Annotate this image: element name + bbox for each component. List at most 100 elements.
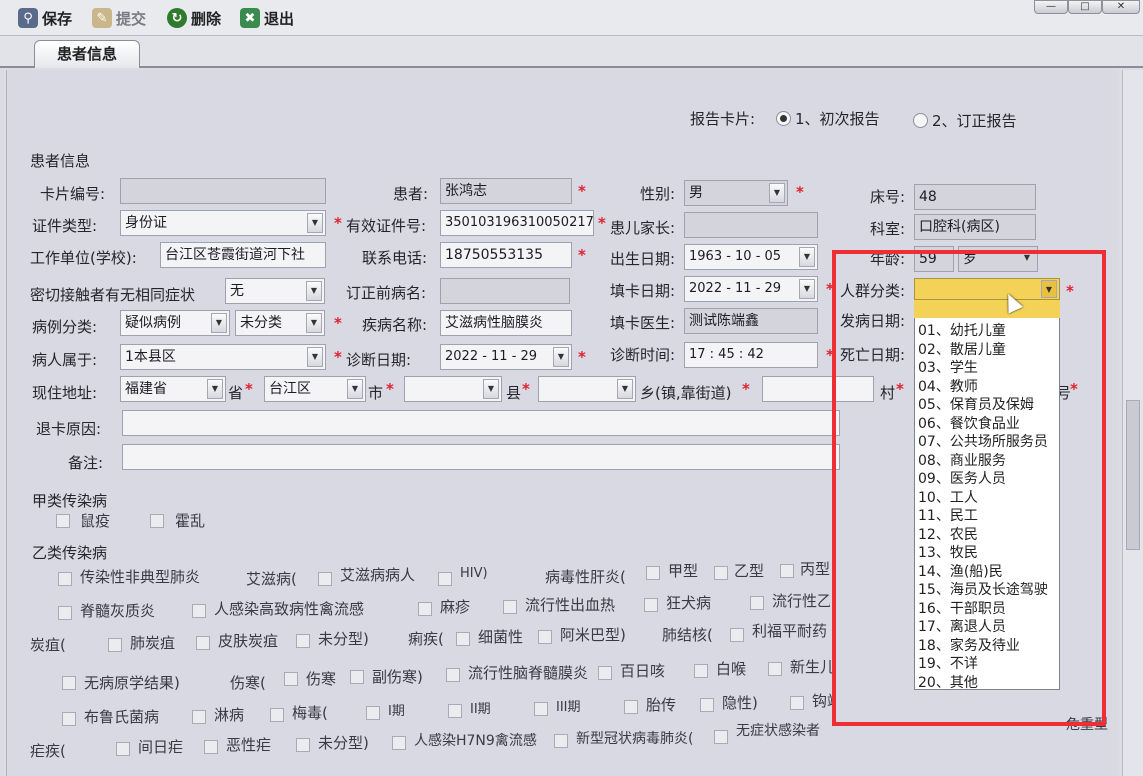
checkbox-item[interactable] xyxy=(554,734,568,748)
return-reason-field[interactable] xyxy=(122,410,840,436)
chevron-down-icon: ▼ xyxy=(799,279,815,299)
checkbox-item[interactable] xyxy=(318,572,332,586)
parent-field[interactable] xyxy=(684,212,818,238)
case-subtype-value: 未分类 xyxy=(240,315,282,331)
maximize-button[interactable]: □ xyxy=(1068,0,1102,14)
checkbox-item[interactable] xyxy=(446,668,460,682)
checkbox-item[interactable] xyxy=(62,712,76,726)
checkbox-item[interactable] xyxy=(296,738,310,752)
chevron-down-icon: ▼ xyxy=(207,379,223,399)
card-no-field[interactable] xyxy=(120,178,326,204)
checkbox-item[interactable] xyxy=(750,596,764,610)
vertical-scrollbar[interactable] xyxy=(1122,70,1143,776)
fill-date-picker[interactable]: 2022 - 11 - 29 ▼ xyxy=(684,276,818,302)
fill-doctor-field[interactable]: 测试陈端鑫 xyxy=(684,308,818,334)
checkbox-item[interactable] xyxy=(418,602,432,616)
province-select[interactable]: 福建省 ▼ xyxy=(120,376,226,402)
checkbox-item[interactable] xyxy=(58,572,72,586)
checkbox-item[interactable] xyxy=(204,740,218,754)
belong-select[interactable]: 1本县区 ▼ xyxy=(120,344,326,370)
checkbox-item[interactable] xyxy=(456,632,470,646)
corrected-report-radio[interactable] xyxy=(913,113,928,128)
disease-item: 百日咳 xyxy=(620,662,666,680)
checkbox-item[interactable] xyxy=(448,704,462,718)
birth-date-picker[interactable]: 1963 - 10 - 05 ▼ xyxy=(684,244,818,270)
checkbox-item[interactable] xyxy=(714,730,728,744)
checkbox-item[interactable] xyxy=(116,742,130,756)
county-select[interactable]: ▼ xyxy=(404,376,502,402)
close-contact-label: 密切接触者有无相同症状 xyxy=(30,286,196,304)
checkbox-item[interactable] xyxy=(284,672,298,686)
tab-patient-info[interactable]: 患者信息 xyxy=(34,40,140,68)
disease-field[interactable]: 艾滋病性脑膜炎 xyxy=(440,310,572,336)
checkbox-item[interactable] xyxy=(192,604,206,618)
checkbox-item[interactable] xyxy=(694,664,708,678)
checkbox-item[interactable] xyxy=(768,662,782,676)
checkbox-item[interactable] xyxy=(503,600,517,614)
checkbox-item[interactable] xyxy=(108,638,122,652)
workplace-field[interactable]: 台江区苍霞街道河下社 xyxy=(160,242,326,268)
scroll-thumb[interactable] xyxy=(1126,400,1140,550)
bed-no-field[interactable]: 48 xyxy=(914,184,1036,210)
first-report-radio[interactable] xyxy=(776,111,791,126)
chevron-down-icon: ▼ xyxy=(347,379,363,399)
remark-field[interactable] xyxy=(122,444,840,470)
case-subtype-select[interactable]: 未分类 ▼ xyxy=(235,310,325,336)
checkbox-item[interactable] xyxy=(296,634,310,648)
checkbox-item[interactable] xyxy=(790,696,804,710)
checkbox-item[interactable] xyxy=(598,666,612,680)
checkbox-item[interactable] xyxy=(534,702,548,716)
checkbox-item[interactable] xyxy=(192,710,206,724)
id-type-select[interactable]: 身份证 ▼ xyxy=(120,210,326,236)
patient-name-field[interactable]: 张鸿志 xyxy=(440,178,572,204)
checkbox-item[interactable] xyxy=(196,636,210,650)
checkbox-item[interactable] xyxy=(700,698,714,712)
checkbox-item[interactable] xyxy=(538,630,552,644)
section-patient-info: 患者信息 xyxy=(30,152,91,170)
checkbox-item[interactable] xyxy=(350,670,364,684)
prev-disease-field[interactable] xyxy=(440,278,570,304)
phone-label: 联系电话: xyxy=(362,249,428,267)
town-select[interactable]: ▼ xyxy=(538,376,636,402)
checkbox-item[interactable] xyxy=(780,564,794,578)
fill-doctor-label: 填卡医生: xyxy=(610,314,676,332)
delete-button[interactable]: ↻ 删除 xyxy=(167,6,221,30)
checkbox-item[interactable] xyxy=(270,708,284,722)
submit-button[interactable]: ✎ 提交 xyxy=(92,6,146,30)
save-button[interactable]: ⚲ 保存 xyxy=(18,6,72,30)
id-type-value: 身份证 xyxy=(125,215,167,231)
checkbox-plague[interactable] xyxy=(56,514,70,528)
gender-select[interactable]: 男 ▼ xyxy=(684,180,788,206)
exit-button[interactable]: ✖ 退出 xyxy=(240,6,294,30)
city-select[interactable]: 台江区 ▼ xyxy=(264,376,366,402)
case-type-value: 疑似病例 xyxy=(125,315,181,331)
checkbox-item[interactable] xyxy=(58,606,72,620)
checkbox-item[interactable] xyxy=(714,566,728,580)
diag-time-field[interactable]: 17 : 45 : 42 xyxy=(684,342,818,368)
disease-item: 丙型 xyxy=(800,560,831,578)
checkbox-item[interactable] xyxy=(62,676,76,690)
diag-date-picker[interactable]: 2022 - 11 - 29 ▼ xyxy=(440,344,572,370)
disease-item: 流行性乙型脑炎 xyxy=(772,592,830,610)
card-no-label: 卡片编号: xyxy=(40,185,106,203)
checkbox-item[interactable] xyxy=(624,700,638,714)
close-contact-select[interactable]: 无 ▼ xyxy=(225,278,325,304)
checkbox-item[interactable] xyxy=(438,572,452,586)
checkbox-item[interactable] xyxy=(392,736,406,750)
checkbox-item[interactable] xyxy=(366,706,380,720)
diag-time-label: 诊断时间: xyxy=(610,346,676,364)
case-type-select[interactable]: 疑似病例 ▼ xyxy=(120,310,230,336)
checkbox-item[interactable] xyxy=(646,566,660,580)
checkbox-item[interactable] xyxy=(730,628,744,642)
disease-item: 未分型) xyxy=(318,630,369,648)
dept-field[interactable]: 口腔科(病区) xyxy=(914,214,1036,240)
minimize-button[interactable]: — xyxy=(1034,0,1068,14)
checkbox-cholera[interactable] xyxy=(150,514,164,528)
disease-item: HIV) xyxy=(460,566,488,581)
id-no-field[interactable]: 350103196310050217 xyxy=(440,210,594,236)
chevron-down-icon: ▼ xyxy=(307,347,323,367)
phone-field[interactable]: 18750553135 xyxy=(440,242,572,268)
fill-date-value: 2022 - 11 - 29 xyxy=(689,281,782,296)
close-button[interactable]: ✕ xyxy=(1102,0,1140,14)
checkbox-item[interactable] xyxy=(644,598,658,612)
